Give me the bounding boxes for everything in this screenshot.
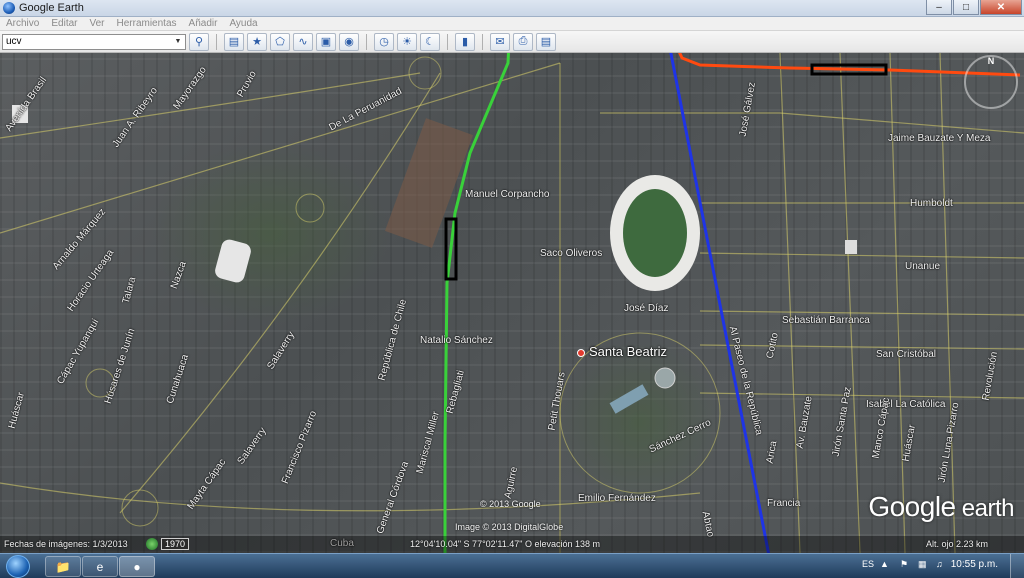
menu-anadir[interactable]: Añadir xyxy=(183,18,224,29)
street-label: José Díaz xyxy=(624,303,669,314)
toolbar-divider xyxy=(216,33,217,50)
toolbar-divider xyxy=(366,33,367,50)
minimize-button[interactable]: – xyxy=(926,0,952,15)
poi-marker-icon[interactable] xyxy=(577,349,585,357)
street-label: Unanue xyxy=(905,261,941,272)
street-label: Isabel La Católica xyxy=(866,399,946,410)
road xyxy=(779,53,801,553)
street-label: Sebastián Barranca xyxy=(782,315,870,326)
search-icon[interactable]: ⚲ xyxy=(189,32,209,51)
poi-label-santa-beatriz: Santa Beatriz xyxy=(589,344,668,359)
status-bar: Fechas de imágenes: 1/3/2013 1970 12°04'… xyxy=(0,536,1024,553)
green-route-line xyxy=(443,53,510,553)
copyright-google: © 2013 Google xyxy=(480,499,541,509)
map-view[interactable]: Avenida Brasil Juan A. Ribeyro Mayorazgo Pr… xyxy=(0,53,1024,553)
polygon-icon[interactable]: ⬠ xyxy=(270,32,290,51)
print-icon[interactable]: ⎙ xyxy=(513,32,533,51)
folder-app-icon[interactable]: 📁 xyxy=(45,556,81,577)
road xyxy=(119,72,441,514)
email-icon[interactable]: ✉ xyxy=(490,32,510,51)
imagery-year-badge[interactable]: 1970 xyxy=(161,538,190,550)
title-bar: Google Earth – □ ✕ xyxy=(0,0,1024,17)
road xyxy=(600,112,1024,134)
search-dropdown-icon[interactable]: ▼ xyxy=(171,38,185,45)
pool xyxy=(609,384,649,414)
internet-explorer-app-icon[interactable]: e xyxy=(82,556,118,577)
window-title: Google Earth xyxy=(19,2,84,14)
copyright-imagery: Image © 2013 DigitalGlobe xyxy=(455,522,564,532)
path-icon[interactable]: ∿ xyxy=(293,32,313,51)
google-earth-app-icon[interactable]: ● xyxy=(119,556,155,577)
road xyxy=(0,72,421,139)
placemark-icon[interactable]: ★ xyxy=(247,32,267,51)
search-input[interactable] xyxy=(3,34,171,49)
street-label: Francia xyxy=(767,498,801,509)
planetarium xyxy=(654,367,676,389)
tray-chevron-icon[interactable]: ▲ xyxy=(880,559,889,569)
sunlight-icon[interactable]: ☀ xyxy=(397,32,417,51)
logo-earth-text: earth xyxy=(955,495,1015,522)
street-label: Emilio Fernández xyxy=(578,493,656,504)
planets-icon[interactable]: ☾ xyxy=(420,32,440,51)
show-desktop-button[interactable] xyxy=(1010,554,1024,578)
taskbar-clock[interactable]: 10:55 p.m. xyxy=(951,559,998,570)
google-earth-logo-icon xyxy=(3,2,15,14)
menu-ver[interactable]: Ver xyxy=(83,18,110,29)
menu-ayuda[interactable]: Ayuda xyxy=(223,18,263,29)
image-overlay-icon[interactable]: ▣ xyxy=(316,32,336,51)
sidebar-toggle-icon[interactable]: ▤ xyxy=(224,32,244,51)
navigation-compass[interactable]: N xyxy=(964,55,1018,109)
historical-imagery-icon[interactable]: ◷ xyxy=(374,32,394,51)
road xyxy=(889,53,906,553)
roundabout xyxy=(408,56,442,90)
imagery-date: Fechas de imágenes: 1/3/2013 xyxy=(4,539,128,549)
tray-flag-icon[interactable]: ⚑ xyxy=(900,559,908,570)
roundabout xyxy=(295,193,325,223)
street-label: Saco Oliveros xyxy=(540,248,603,259)
building xyxy=(845,240,857,254)
road xyxy=(839,53,861,553)
pointer-coordinates: 12°04'10.04" S 77°02'11.47" O elevación … xyxy=(410,539,600,549)
historical-imagery-status-icon[interactable] xyxy=(146,538,158,550)
close-button[interactable]: ✕ xyxy=(980,0,1022,15)
record-tour-icon[interactable]: ◉ xyxy=(339,32,359,51)
toolbar: ▼ ⚲ ▤ ★ ⬠ ∿ ▣ ◉ ◷ ☀ ☾ ▮ ✉ ⎙ ▤ xyxy=(0,31,1024,53)
street-label: Humboldt xyxy=(910,198,953,209)
road xyxy=(699,252,1024,259)
language-indicator[interactable]: ES xyxy=(862,559,874,569)
street-label: Manuel Corpancho xyxy=(465,189,550,200)
eye-altitude: Alt. ojo 2.23 km xyxy=(926,539,989,549)
tennis-courts xyxy=(384,118,474,248)
logo-google-text: Google xyxy=(868,491,956,522)
windows-taskbar: 📁 e ● ES ▲ ⚑ ▦ ♫ 10:55 p.m. xyxy=(0,553,1024,578)
menu-bar: Archivo Editar Ver Herramientas Añadir A… xyxy=(0,17,1024,31)
road xyxy=(0,62,561,234)
save-image-icon[interactable]: ▤ xyxy=(536,32,556,51)
toolbar-divider xyxy=(447,33,448,50)
street-label: Jaime Bauzate Y Meza xyxy=(888,133,991,144)
google-earth-watermark: Google earth xyxy=(868,491,1014,523)
toolbar-divider xyxy=(482,33,483,50)
building xyxy=(215,239,251,283)
compass-north-label: N xyxy=(987,56,995,66)
window-controls: – □ ✕ xyxy=(926,0,1022,15)
menu-archivo[interactable]: Archivo xyxy=(0,18,45,29)
maximize-button[interactable]: □ xyxy=(953,0,979,15)
street-label: San Cristóbal xyxy=(876,349,937,360)
search-box: ▼ xyxy=(2,33,186,50)
ruler-icon[interactable]: ▮ xyxy=(455,32,475,51)
street-label: Natalio Sánchez xyxy=(420,335,493,346)
blue-route-line xyxy=(669,53,771,553)
start-button[interactable] xyxy=(6,555,30,578)
tray-network-icon[interactable]: ▦ xyxy=(918,559,927,570)
roundabout xyxy=(121,489,159,527)
stadium-field xyxy=(623,189,687,277)
menu-editar[interactable]: Editar xyxy=(45,18,83,29)
road xyxy=(699,344,1024,350)
menu-herramientas[interactable]: Herramientas xyxy=(111,18,183,29)
tray-volume-icon[interactable]: ♫ xyxy=(936,559,943,569)
